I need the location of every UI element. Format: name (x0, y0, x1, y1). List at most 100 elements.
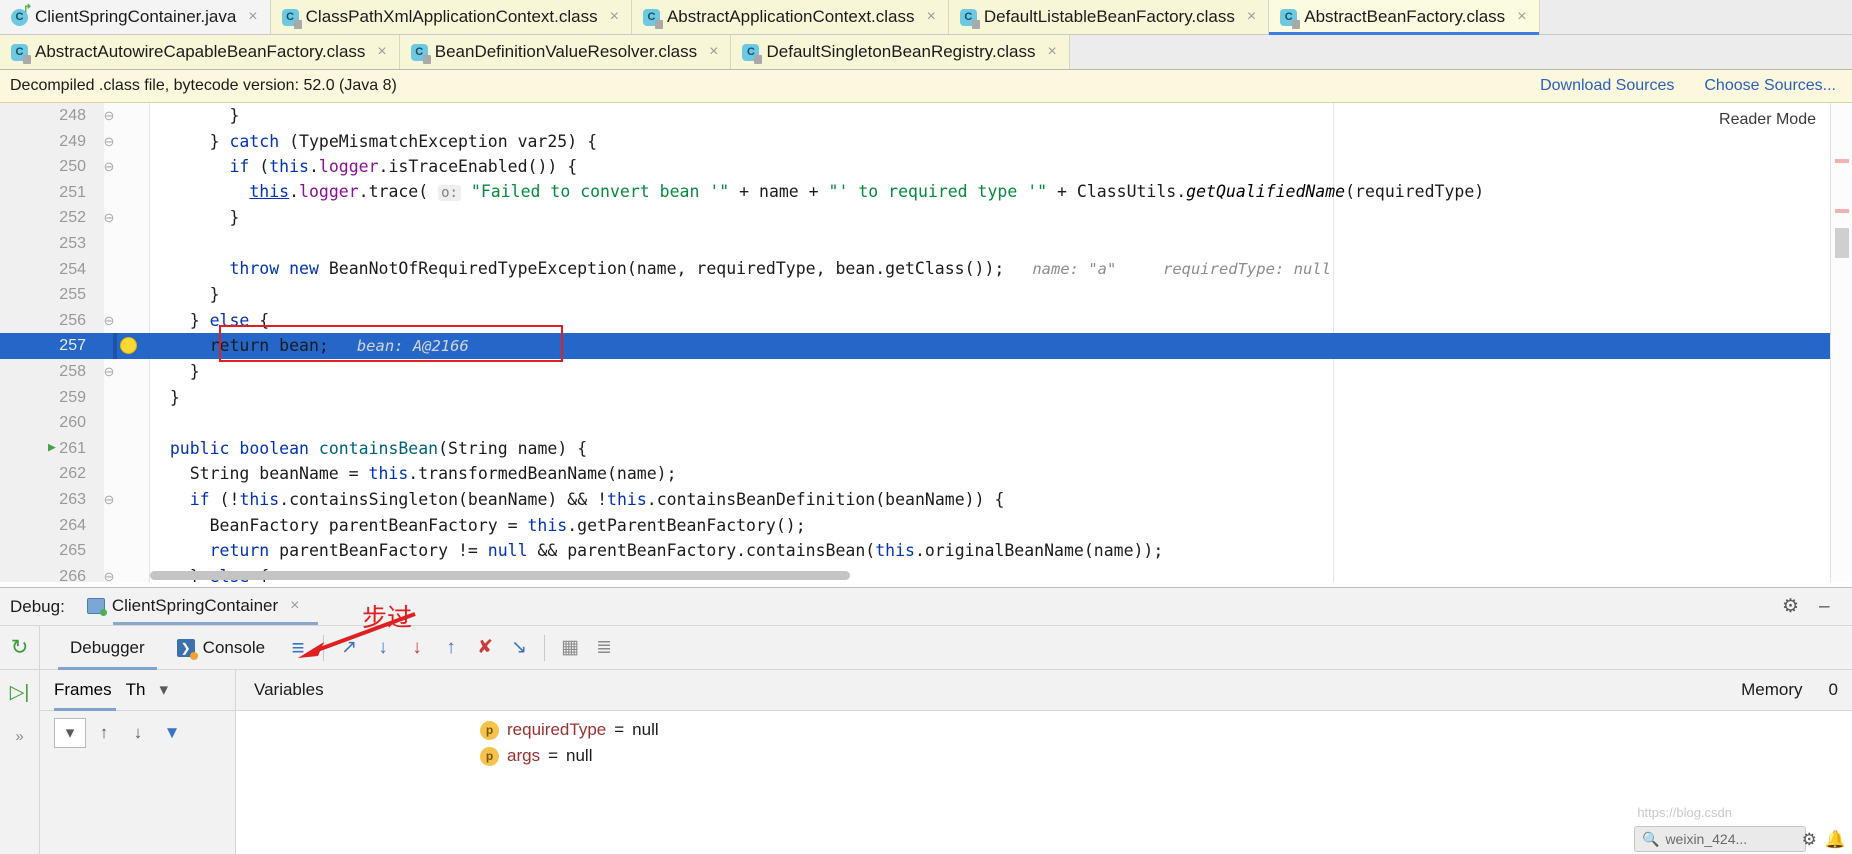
code-line[interactable]: 259 } (0, 385, 1852, 411)
code-line[interactable]: 250 ⊖ if (this.logger.isTraceEnabled()) { (0, 154, 1852, 180)
code-content[interactable]: 248 ⊖ } 249 ⊖ } catch (TypeMismatchExceptio… (0, 103, 1852, 582)
code-line[interactable]: 265 return parentBeanFactory != null && … (0, 538, 1852, 564)
download-sources-link[interactable]: Download Sources (1540, 77, 1674, 95)
close-icon[interactable]: × (1247, 9, 1256, 25)
class-file-icon: C (410, 43, 431, 64)
code-token: } (150, 208, 240, 228)
code-token: getQualifiedName (1186, 181, 1346, 201)
lock-badge-icon (422, 54, 431, 64)
notifications-icon[interactable]: 🔔 (1825, 830, 1846, 850)
minimize-icon[interactable]: ‒ (1819, 597, 1838, 616)
fold-marker-icon[interactable]: ⊖ (101, 205, 117, 231)
code-line[interactable]: 264 BeanFactory parentBeanFactory = this… (0, 513, 1852, 539)
code-token: "Failed to convert bean '" (470, 181, 730, 201)
choose-sources-link[interactable]: Choose Sources... (1704, 77, 1836, 95)
search-everywhere-field[interactable]: 🔍 weixin_424... (1634, 826, 1806, 852)
intention-bulb-icon[interactable] (120, 337, 137, 355)
code-line[interactable]: 255 } (0, 282, 1852, 308)
code-editor[interactable]: 248 ⊖ } 249 ⊖ } catch (TypeMismatchExceptio… (0, 103, 1852, 582)
code-line[interactable]: 248 ⊖ } (0, 103, 1852, 129)
tab-console[interactable]: ❯ Console (161, 626, 281, 670)
code-line[interactable]: 253 (0, 231, 1852, 257)
editor-horizontal-scrollbar[interactable] (150, 571, 850, 580)
close-icon[interactable]: × (610, 9, 619, 25)
tab-threads[interactable]: Th (126, 670, 160, 711)
fold-marker-icon[interactable]: ⊖ (101, 487, 117, 513)
settings-gear-icon[interactable]: ⚙ (1802, 830, 1817, 850)
close-icon[interactable]: × (248, 9, 257, 25)
run-to-cursor-icon[interactable]: ↘ (502, 631, 536, 665)
reader-mode-label[interactable]: Reader Mode (1719, 111, 1816, 129)
fold-marker-icon[interactable]: ⊖ (101, 129, 117, 155)
close-icon[interactable]: × (1047, 44, 1056, 60)
chevron-down-icon[interactable]: ▾ (159, 670, 182, 711)
rerun-icon[interactable]: ↻ (0, 626, 40, 669)
memory-label[interactable]: Memory (1741, 680, 1802, 700)
fold-marker-icon[interactable]: ⊖ (101, 154, 117, 180)
drop-frame-icon[interactable]: ✘ (468, 631, 502, 665)
editor-tab[interactable]: C AbstractApplicationContext.class × (631, 0, 949, 34)
editor-tab[interactable]: C AbstractAutowireCapableBeanFactory.clas… (0, 35, 400, 69)
code-token: return (209, 335, 270, 355)
resume-program-icon[interactable]: ▷| (0, 670, 40, 714)
tab-frames[interactable]: Frames (54, 670, 126, 711)
lock-badge-icon (654, 19, 663, 29)
code-token: new (289, 259, 319, 279)
code-line[interactable]: 263 ⊖ if (!this.containsSingleton(beanNam… (0, 487, 1852, 513)
evaluate-expression-icon[interactable]: ▦ (553, 631, 587, 665)
editor-tab[interactable]: C ClassPathXmlApplicationContext.class × (270, 0, 632, 34)
line-number: 258 (59, 362, 86, 380)
code-line-text: } (150, 282, 220, 308)
code-token: .containsBeanDefinition(beanName)) { (646, 489, 1005, 509)
close-icon[interactable]: × (709, 44, 718, 60)
step-out-icon[interactable]: ↑ (434, 631, 468, 665)
code-line[interactable]: 256 ⊖ } else { (0, 308, 1852, 334)
editor-tab[interactable]: C ↱ ClientSpringContainer.java × (0, 0, 271, 34)
code-line[interactable]: 258 ⊖ } (0, 359, 1852, 385)
run-method-icon[interactable]: ▶ (48, 441, 61, 454)
intellij-idea-window: C ↱ ClientSpringContainer.java × C ClassPathX… (0, 0, 1852, 854)
close-icon[interactable]: × (377, 44, 386, 60)
code-line[interactable]: 251 this.logger.trace( o: "Failed to con… (0, 180, 1852, 206)
code-line[interactable]: 254 throw new BeanNotOfRequiredTypeExcep… (0, 257, 1852, 283)
editor-tab[interactable]: C DefaultSingletonBeanRegistry.class × (731, 35, 1070, 69)
code-line[interactable]: 262 String beanName = this.transformedBe… (0, 461, 1852, 487)
line-number: 255 (59, 286, 86, 304)
fold-marker-icon[interactable]: ⊖ (101, 564, 117, 582)
editor-tab[interactable]: C DefaultListableBeanFactory.class × (948, 0, 1270, 34)
fold-marker-icon[interactable]: ⊖ (101, 359, 117, 385)
variable-row[interactable]: p requiredType = null (236, 717, 1852, 743)
frame-up-icon[interactable]: ↑ (88, 718, 120, 748)
overview-scroll-thumb[interactable] (1835, 228, 1849, 258)
variable-row[interactable]: p args = null (236, 743, 1852, 769)
editor-overview-scrollbar[interactable] (1830, 103, 1852, 582)
frames-dropdown-icon[interactable]: ▾ (54, 718, 86, 748)
editor-tab[interactable]: C AbstractBeanFactory.class × (1269, 0, 1540, 35)
line-number: 250 (59, 158, 86, 176)
editor-tab[interactable]: C BeanDefinitionValueResolver.class × (399, 35, 732, 69)
line-number: 253 (59, 234, 86, 252)
line-number: 256 (59, 311, 86, 329)
fold-marker-icon[interactable]: ⊖ (101, 308, 117, 334)
layout-settings-icon[interactable]: ≣ (587, 631, 621, 665)
debug-session-tab[interactable]: ClientSpringContainer × (86, 596, 318, 625)
mute-breakpoints-icon[interactable]: » (0, 714, 40, 758)
code-line[interactable]: 252 ⊖ } (0, 205, 1852, 231)
code-line-text: if (this.logger.isTraceEnabled()) { (150, 154, 577, 180)
gear-icon[interactable]: ⚙ (1782, 597, 1801, 616)
frame-down-icon[interactable]: ↓ (122, 718, 154, 748)
filter-icon[interactable]: ▼ (156, 718, 188, 748)
fold-marker-icon[interactable]: ⊖ (101, 103, 117, 129)
code-line[interactable]: 260 (0, 410, 1852, 436)
close-icon[interactable]: × (1517, 9, 1526, 25)
variables-tree[interactable]: p requiredType = null p args = null (236, 711, 1852, 769)
code-line[interactable]: 261 ▶ public boolean containsBean(String … (0, 436, 1852, 462)
code-line[interactable]: 249 ⊖ } catch (TypeMismatchException var2… (0, 129, 1852, 155)
code-line[interactable]: 257 return bean; bean: A@2166 (0, 333, 1852, 359)
close-icon[interactable]: × (927, 9, 936, 25)
variable-equals: = (548, 746, 559, 765)
class-file-icon: C (959, 8, 980, 29)
tab-debugger[interactable]: Debugger (54, 626, 161, 670)
